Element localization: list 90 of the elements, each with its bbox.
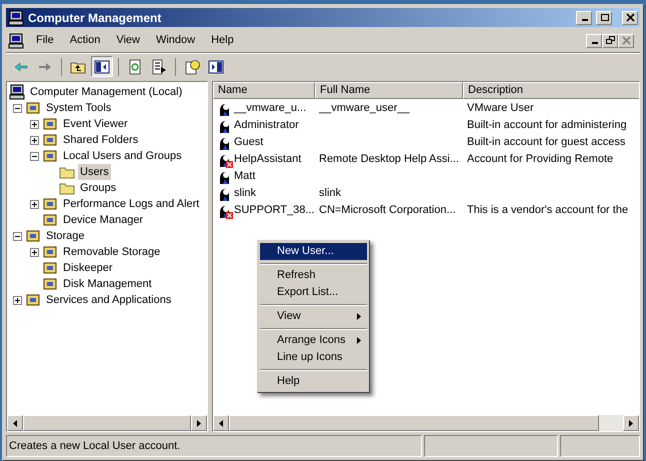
tree-toggle-icon [94,58,110,74]
menu-item[interactable]: Action [62,30,108,51]
collapse-toggle[interactable] [13,104,22,112]
left-arrow-icon [219,420,223,426]
folder-icon [59,165,75,179]
tree-item[interactable]: Local Users and Groups [61,148,184,164]
tree-item[interactable]: System Tools [44,100,114,116]
tree-item[interactable]: Shared Folders [61,132,140,148]
menu-entry[interactable]: Help [260,373,367,390]
tool-icon [42,148,58,164]
tool-icon [42,132,58,148]
expand-toggle[interactable] [13,296,22,304]
maximize-icon [600,13,608,22]
tree-item[interactable]: Removable Storage [61,244,162,260]
column-header[interactable]: Name [213,82,315,99]
tool-icon [25,292,41,308]
help-icon [184,58,200,74]
table-cell: Built-in account for administering [467,119,627,132]
table-cell: This is a vendor's account for the [467,204,628,216]
menu-entry[interactable]: Refresh [260,267,367,284]
close-icon [626,13,634,22]
collapse-toggle[interactable] [13,232,22,240]
tool-icon [42,116,58,132]
status-text: Creates a new Local User account. [9,438,180,454]
table-cell: __vmware_user__ [319,102,410,114]
document-icon [8,32,24,48]
table-cell: VMware User [467,102,534,114]
restore-button[interactable] [602,34,618,48]
table-cell: slink [319,187,342,200]
tree-item[interactable]: Device Manager [61,212,146,228]
tool-icon [42,260,58,276]
minimize-button[interactable] [586,34,602,48]
right-arrow-icon [629,420,633,426]
minimize-button[interactable] [576,10,592,24]
menu-entry[interactable]: Arrange Icons [260,332,367,349]
tool-icon [42,212,58,228]
tool-icon [25,100,41,116]
tree-item[interactable]: Event Viewer [61,116,130,132]
menu-item[interactable]: Help [203,30,242,51]
close-button[interactable] [622,10,638,24]
table-cell[interactable]: slink [234,185,256,202]
menu-entry[interactable]: Line up Icons [260,349,367,366]
tree-item[interactable]: Computer Management (Local) [28,84,184,100]
tool-icon [25,228,41,244]
expand-toggle[interactable] [30,248,39,256]
menu-entry[interactable]: View [260,308,367,325]
table-cell: CN=Microsoft Corporation... [319,204,456,216]
table-cell[interactable]: __vmware_u... [234,100,306,117]
refresh-icon [127,58,143,74]
tree-item[interactable]: Disk Management [61,276,154,292]
tool-icon [42,196,58,212]
table-cell[interactable]: Matt [234,168,256,185]
close-icon [622,36,630,45]
expand-toggle[interactable] [30,136,39,144]
horizontal-scrollbar[interactable] [7,415,207,431]
table-cell: Account for Providing Remote [467,153,614,166]
column-header[interactable]: Full Name [315,82,463,99]
horizontal-scrollbar[interactable] [213,415,639,431]
table-cell[interactable]: Administrator [234,117,299,134]
menu-item[interactable]: Window [148,30,204,51]
tree-item[interactable]: Services and Applications [44,292,174,308]
menu-item[interactable]: File [28,30,62,51]
tree-item[interactable]: Performance Logs and Alert [61,196,202,212]
table-cell: Remote Desktop Help Assi... [319,153,460,166]
table-cell[interactable]: Guest [234,134,264,151]
tree-item[interactable]: Diskeeper [61,260,115,276]
tool-icon [42,244,58,260]
export-list-icon [151,58,167,74]
menu-entry[interactable]: New User... [260,243,367,260]
maximize-button[interactable] [596,10,612,24]
expand-toggle[interactable] [30,200,39,208]
panel-icon [208,58,224,74]
restore-icon [606,36,614,45]
column-header[interactable]: Description [463,82,639,99]
tree-item[interactable]: Storage [44,228,87,244]
app-icon [8,10,24,26]
left-arrow-icon [13,420,17,426]
menu-entry[interactable]: Export List... [260,284,367,301]
right-arrow-icon [197,420,201,426]
window-title: Computer Management [28,10,162,26]
computer-icon [9,84,25,100]
table-cell: Built-in account for guest access [467,136,626,148]
tool-icon [42,276,58,292]
expand-toggle[interactable] [30,120,39,128]
collapse-toggle[interactable] [30,152,39,160]
tree-item[interactable]: Groups [78,180,118,196]
tree-item[interactable]: Users [78,164,111,180]
tree-toggle-button[interactable] [91,56,113,77]
folder-icon [59,181,75,195]
menu-item[interactable]: View [108,30,148,51]
